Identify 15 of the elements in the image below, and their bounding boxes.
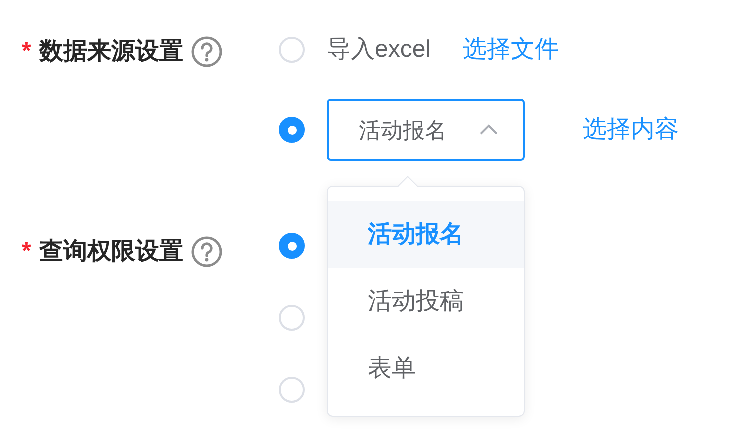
select-field[interactable]: 活动报名 bbox=[327, 99, 525, 161]
chevron-icon bbox=[479, 124, 499, 136]
radio-button[interactable] bbox=[279, 233, 305, 259]
radio-button[interactable] bbox=[279, 117, 305, 143]
help-icon[interactable] bbox=[191, 236, 224, 268]
required-mark: * bbox=[22, 37, 32, 67]
field-label: 查询权限设置 bbox=[39, 237, 184, 267]
dropdown-item[interactable]: 活动投稿 bbox=[328, 268, 524, 335]
option-label: 导入excel bbox=[327, 35, 432, 65]
required-mark: * bbox=[22, 237, 32, 267]
dropdown-item[interactable]: 表单 bbox=[328, 335, 524, 402]
choose-content-link[interactable]: 选择内容 bbox=[583, 112, 679, 148]
help-icon[interactable] bbox=[191, 36, 224, 68]
field-label: 数据来源设置 bbox=[39, 37, 184, 67]
choose-file-link[interactable]: 选择文件 bbox=[463, 32, 560, 68]
